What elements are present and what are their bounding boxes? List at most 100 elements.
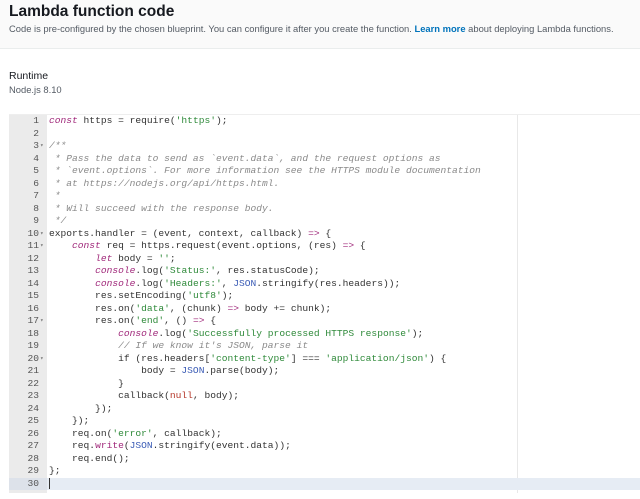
line-code: req.on('error', callback); [49, 428, 222, 441]
line-code: /** [49, 140, 66, 153]
token-code-text: { [354, 240, 366, 251]
fold-toggle-icon[interactable]: ▾ [40, 240, 44, 253]
section-header: Lambda function code Code is pre-configu… [0, 0, 640, 49]
token-builtin: JSON [181, 365, 205, 376]
line-number: 12 [27, 252, 39, 264]
token-comment: // If we know it's JSON, parse it [118, 340, 309, 351]
token-code-text: , callback); [152, 427, 222, 439]
token-keyword: console [95, 265, 136, 276]
line-code: res.on('end', () => { [49, 315, 216, 328]
code-line[interactable]: 15 res.setEncoding('utf8'); [9, 290, 640, 303]
code-line[interactable]: 2 [9, 128, 640, 141]
line-number: 1 [33, 115, 39, 126]
code-line[interactable]: 11 ▾ const req = https.request(event.opti… [9, 240, 640, 253]
token-code-text [49, 240, 72, 251]
code-line[interactable]: 30 [9, 477, 640, 491]
description-text-end: about deploying Lambda functions. [465, 23, 614, 34]
code-line[interactable]: 25 }); [9, 415, 640, 428]
token-code-text [49, 253, 95, 264]
line-code: console.log('Headers:', JSON.stringify(r… [49, 278, 400, 291]
code-line[interactable]: 9 */ [9, 215, 640, 228]
line-number: 30 [9, 477, 47, 490]
line-code: body = JSON.parse(body); [49, 365, 279, 378]
token-code-text: ] === [290, 352, 326, 364]
token-null-literal: null [169, 390, 193, 401]
line-number: 8 [33, 202, 39, 214]
code-line[interactable]: 8 * Will succeed with the response body. [9, 203, 640, 216]
line-code: * Will succeed with the response body. [49, 203, 274, 216]
fold-toggle-icon[interactable]: ▾ [40, 353, 44, 366]
line-code: console.log('Successfully processed HTTP… [49, 328, 423, 341]
line-number: 23 [27, 390, 39, 401]
token-code-text: }); [49, 402, 113, 414]
code-line[interactable]: 12 let body = ''; [9, 253, 640, 266]
line-number: 14 [27, 277, 39, 289]
line-code: * Pass the data to send as `event.data`,… [49, 153, 441, 166]
line-number: 25 [27, 415, 39, 426]
token-code-text: req.on( [49, 427, 113, 439]
fold-toggle-icon[interactable]: ▾ [40, 228, 44, 241]
code-line[interactable]: 19 // If we know it's JSON, parse it [9, 340, 640, 353]
code-line[interactable]: 13 console.log('Status:', res.statusCode… [9, 265, 640, 278]
token-code-text: , (chunk) [169, 302, 228, 314]
fold-toggle-icon[interactable]: ▾ [40, 315, 44, 328]
token-code-text: ) { [429, 352, 447, 364]
token-code-text: https = require( [77, 115, 176, 126]
code-line[interactable]: 1 const https = require('https'); [9, 115, 640, 128]
token-operator: => [308, 227, 320, 239]
line-code: res.setEncoding('utf8'); [49, 290, 233, 303]
code-line[interactable]: 6 * at https://nodejs.org/api/https.html… [9, 178, 640, 191]
fold-toggle-icon[interactable]: ▾ [40, 140, 44, 153]
code-line[interactable]: 21 body = JSON.parse(body); [9, 365, 640, 378]
code-line[interactable]: 5 * `event.options`. For more informatio… [9, 165, 640, 178]
code-line[interactable]: 4 * Pass the data to send as `event.data… [9, 153, 640, 166]
token-code-text [49, 278, 95, 289]
token-string: 'error' [112, 427, 153, 439]
line-number: 18 [27, 327, 39, 339]
code-lines[interactable]: 1 const https = require('https'); 2 3 ▾ /** 4 … [9, 115, 640, 490]
token-string: 'https' [175, 115, 216, 126]
token-keyword: let [95, 252, 113, 264]
code-line[interactable]: 3 ▾/** [9, 140, 640, 153]
line-number: 28 [27, 452, 39, 464]
token-code-text [49, 265, 95, 276]
code-line[interactable]: 16 res.on('data', (chunk) => body += chu… [9, 303, 640, 316]
code-line[interactable]: 14 console.log('Headers:', JSON.stringif… [9, 278, 640, 291]
token-code-text: res.on( [49, 315, 136, 326]
token-code-text: { [319, 227, 332, 239]
line-number: 13 [27, 265, 39, 276]
token-operator: write [95, 440, 124, 451]
token-comment: * Will succeed with the response body. [49, 202, 274, 214]
code-line[interactable]: 10 ▾ exports.handler = (event, context, ca… [9, 228, 640, 241]
learn-more-link[interactable]: Learn more [414, 23, 465, 34]
code-line[interactable]: 27 req.write(JSON.stringify(event.data))… [9, 440, 640, 453]
code-editor[interactable]: 1 const https = require('https'); 2 3 ▾ /** 4 … [9, 114, 640, 493]
token-string: 'Headers:' [164, 277, 222, 289]
token-string: 'Successfully processed HTTPS response' [187, 327, 412, 339]
code-line[interactable]: 7 * [9, 190, 640, 203]
code-line[interactable]: 17 ▾ res.on('end', () => { [9, 315, 640, 328]
token-code-text: res.on( [49, 302, 136, 314]
token-code-text: , () [164, 315, 193, 326]
token-operator: => [342, 240, 355, 251]
token-code-text: body += chunk); [239, 302, 332, 314]
line-number: 9 [33, 215, 39, 226]
token-code-text: .stringify(event.data)); [152, 440, 291, 451]
code-line[interactable]: 28 req.end(); [9, 453, 640, 466]
code-line[interactable]: 24 }); [9, 403, 640, 416]
code-line[interactable]: 22 } [9, 378, 640, 391]
token-string: 'content-type' [210, 352, 291, 364]
code-line[interactable]: 18 console.log('Successfully processed H… [9, 328, 640, 341]
line-code [49, 477, 50, 491]
line-code: if (res.headers['content-type'] === 'app… [49, 353, 446, 366]
line-code: * at https://nodejs.org/api/https.html. [49, 178, 280, 191]
code-line[interactable]: 29}; [9, 465, 640, 478]
code-line[interactable]: 20 ▾ if (res.headers['content-type'] === … [9, 353, 640, 366]
code-line[interactable]: 26 req.on('error', callback); [9, 428, 640, 441]
token-string: 'application/json' [325, 352, 429, 364]
token-code-text: }); [49, 415, 90, 426]
token-code-text [49, 328, 118, 339]
code-line[interactable]: 23 callback(null, body); [9, 390, 640, 403]
line-number: 4 [33, 152, 39, 164]
line-number: 24 [27, 402, 39, 414]
